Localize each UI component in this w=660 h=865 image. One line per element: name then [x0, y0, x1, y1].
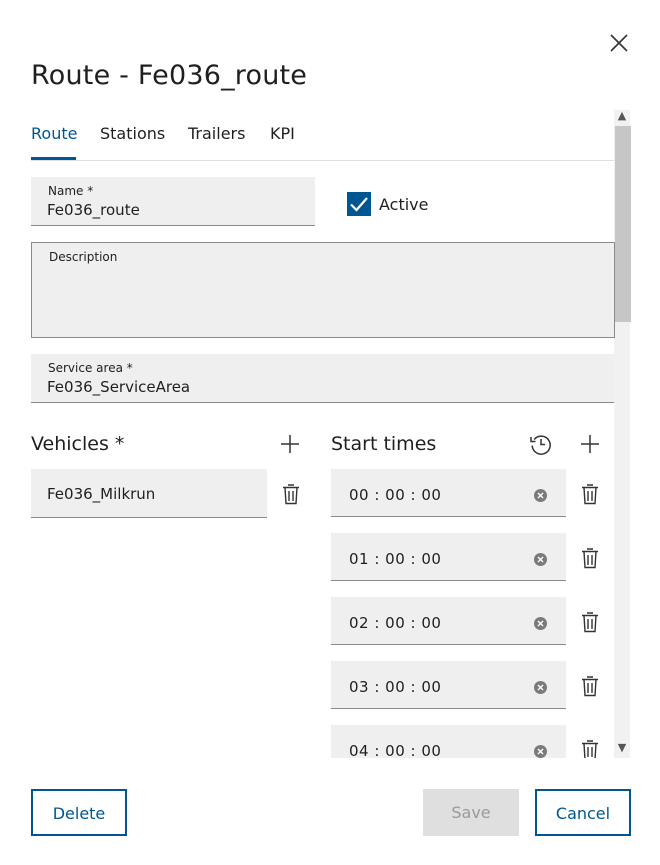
tab-stations[interactable]: Stations	[100, 124, 165, 143]
start-times-title: Start times	[331, 433, 437, 455]
start-time-field[interactable]: 03 : 00 : 00	[331, 661, 566, 709]
clear-circle-icon[interactable]	[534, 681, 547, 694]
clear-circle-icon[interactable]	[534, 553, 547, 566]
start-time-value: 01 : 00 : 00	[349, 550, 442, 568]
tab-trailers[interactable]: Trailers	[188, 124, 245, 143]
start-time-row: 03 : 00 : 00	[331, 661, 614, 709]
start-time-value: 04 : 00 : 00	[349, 742, 442, 758]
start-time-field[interactable]: 04 : 00 : 00	[331, 725, 566, 758]
name-field[interactable]: Name * Fe036_route	[31, 177, 315, 226]
dialog-title: Route - Fe036_route	[31, 60, 308, 91]
cancel-button[interactable]: Cancel	[535, 789, 631, 836]
delete-start-time-trash-icon[interactable]	[581, 675, 599, 697]
start-time-row: 04 : 00 : 00	[331, 725, 614, 758]
scrollbar-thumb[interactable]	[615, 126, 631, 322]
start-time-row: 01 : 00 : 00	[331, 533, 614, 581]
description-field[interactable]: Description	[31, 242, 615, 338]
description-label: Description	[49, 250, 118, 264]
clear-circle-icon[interactable]	[534, 489, 547, 502]
delete-button[interactable]: Delete	[31, 789, 127, 836]
active-checkbox[interactable]	[347, 192, 371, 216]
delete-start-time-trash-icon[interactable]	[581, 483, 599, 505]
service-area-field[interactable]: Service area * Fe036_ServiceArea	[31, 354, 614, 403]
start-time-value: 03 : 00 : 00	[349, 678, 442, 696]
delete-start-time-trash-icon[interactable]	[581, 547, 599, 569]
start-time-value: 02 : 00 : 00	[349, 614, 442, 632]
delete-start-time-trash-icon[interactable]	[581, 611, 599, 633]
service-area-label: Service area *	[48, 361, 133, 375]
start-time-field[interactable]: 02 : 00 : 00	[331, 597, 566, 645]
vehicle-name: Fe036_Milkrun	[47, 485, 156, 503]
name-label: Name *	[48, 184, 94, 198]
start-time-row: 02 : 00 : 00	[331, 597, 614, 645]
service-area-value[interactable]: Fe036_ServiceArea	[47, 378, 190, 396]
start-time-field[interactable]: 00 : 00 : 00	[331, 469, 566, 517]
add-start-time-plus-icon[interactable]	[580, 434, 600, 454]
tab-kpi[interactable]: KPI	[270, 124, 295, 143]
start-times-list: 00 : 00 : 00 01 : 00 : 00 02 : 00 : 00 0…	[331, 460, 614, 758]
start-time-field[interactable]: 01 : 00 : 00	[331, 533, 566, 581]
tabs-divider	[31, 160, 614, 161]
checkmark-icon	[350, 197, 368, 212]
save-button[interactable]: Save	[423, 789, 519, 836]
clear-circle-icon[interactable]	[534, 745, 547, 758]
vehicle-item[interactable]: Fe036_Milkrun	[31, 469, 267, 518]
scroll-down-arrow-icon[interactable]: ▼	[616, 742, 628, 754]
delete-vehicle-trash-icon[interactable]	[282, 483, 300, 505]
active-label: Active	[379, 195, 429, 214]
tab-route[interactable]: Route	[31, 124, 77, 143]
history-icon[interactable]	[529, 432, 553, 456]
close-icon[interactable]	[606, 30, 632, 56]
clear-circle-icon[interactable]	[534, 617, 547, 630]
vehicles-title: Vehicles *	[31, 433, 125, 455]
name-value[interactable]: Fe036_route	[47, 201, 140, 219]
start-time-row: 00 : 00 : 00	[331, 469, 614, 517]
start-time-value: 00 : 00 : 00	[349, 486, 442, 504]
scroll-up-arrow-icon[interactable]: ▲	[616, 110, 628, 122]
add-vehicle-plus-icon[interactable]	[280, 434, 300, 454]
delete-start-time-trash-icon[interactable]	[581, 739, 599, 758]
